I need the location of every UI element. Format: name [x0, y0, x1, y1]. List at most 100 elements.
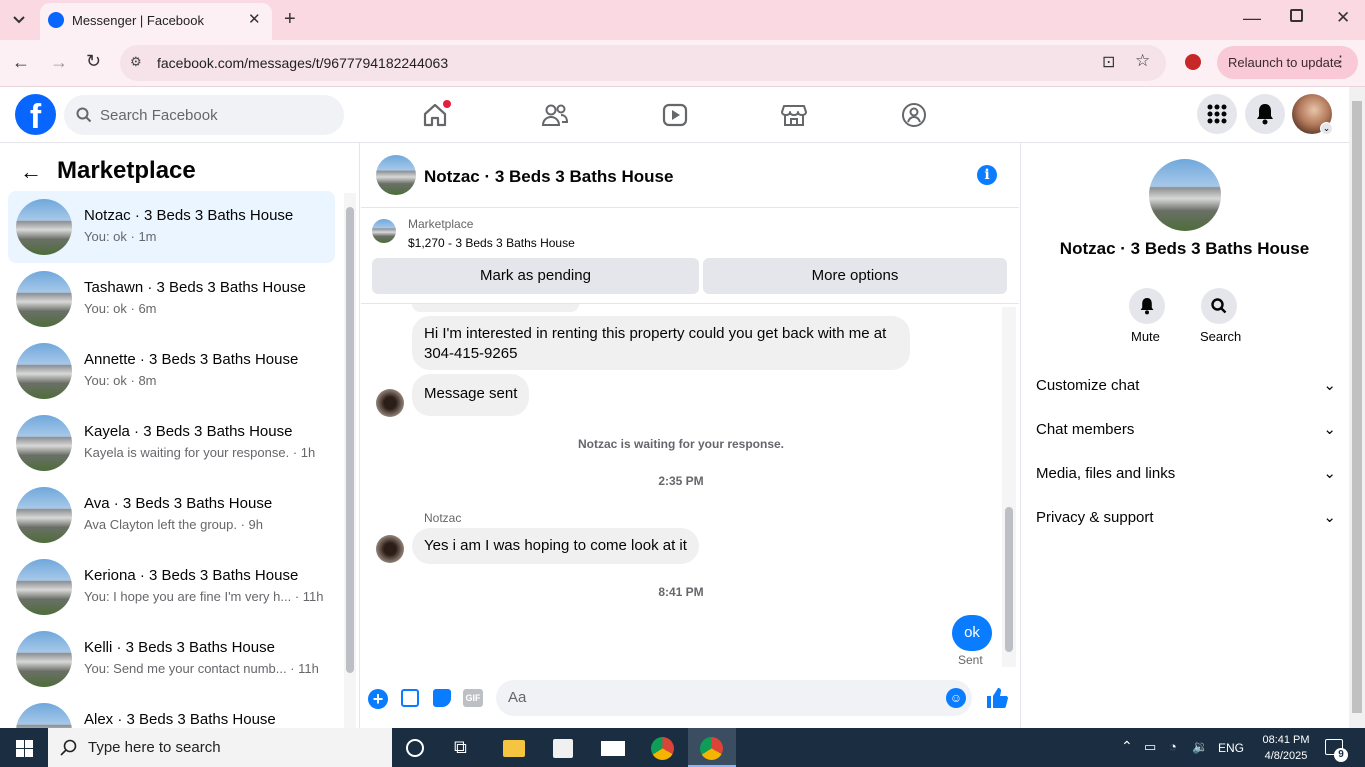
info-icon[interactable]: i: [977, 165, 997, 185]
chat-members-section[interactable]: Chat members ⌄: [1036, 417, 1336, 441]
friends-icon[interactable]: [535, 99, 575, 131]
home-notification-dot: [443, 100, 451, 108]
battery-icon[interactable]: ▭: [1144, 739, 1156, 755]
new-tab-icon[interactable]: +: [284, 8, 296, 31]
sender-name: Notzac: [424, 511, 462, 525]
window-close-icon[interactable]: ✕: [1336, 8, 1350, 28]
file-explorer-icon[interactable]: [503, 740, 525, 757]
more-options-button[interactable]: More options: [703, 258, 1007, 294]
header-divider: [361, 207, 1019, 208]
home-icon[interactable]: [415, 99, 455, 131]
wifi-icon[interactable]: ◔: [1169, 739, 1177, 754]
chrome-icon[interactable]: [651, 737, 674, 760]
page-scrollbar-thumb[interactable]: [1352, 101, 1362, 713]
site-info-icon[interactable]: ⚙: [130, 54, 142, 70]
account-chevron-down-icon[interactable]: ⌄: [1320, 122, 1333, 135]
cortana-icon[interactable]: [406, 739, 424, 757]
search-icon[interactable]: [1201, 288, 1237, 324]
menu-grid-icon[interactable]: [1197, 94, 1237, 134]
conversation-snippet: You: Send me your contact numb... · 11h: [84, 661, 319, 676]
clock-time: 08:41 PM: [1262, 734, 1310, 746]
sticker-icon[interactable]: [433, 689, 451, 707]
mute-label: Mute: [1131, 329, 1160, 344]
list-item[interactable]: Notzac · 3 Beds 3 Baths House You: ok · …: [8, 191, 335, 263]
install-app-icon[interactable]: ⊡: [1102, 52, 1115, 72]
marketplace-icon[interactable]: [774, 99, 814, 131]
like-thumbs-up-icon[interactable]: [985, 686, 1009, 710]
mail-icon[interactable]: [601, 741, 625, 756]
plus-icon[interactable]: +: [368, 689, 388, 709]
store-icon[interactable]: [553, 739, 573, 758]
notifications-bell-icon[interactable]: [1245, 94, 1285, 134]
listing-text[interactable]: $1,270 - 3 Beds 3 Baths House: [408, 236, 575, 250]
message-bubble[interactable]: Message sent: [412, 374, 530, 416]
reload-icon[interactable]: ↻: [86, 51, 101, 72]
message-text: 304-415-9265: [424, 345, 518, 362]
message-bubble[interactable]: Yes i am I was hoping to come look at it: [412, 528, 699, 564]
list-scrollbar[interactable]: [344, 193, 356, 728]
list-item[interactable]: Alex · 3 Beds 3 Baths House: [8, 695, 335, 728]
mute-bell-icon[interactable]: [1129, 288, 1165, 324]
media-files-links-section[interactable]: Media, files and links ⌄: [1036, 461, 1336, 485]
windows-start-icon[interactable]: [16, 740, 33, 757]
taskbar-search-input[interactable]: Type here to search: [48, 728, 392, 767]
tray-chevron-up-icon[interactable]: ⌃: [1121, 738, 1133, 755]
relaunch-button[interactable]: Relaunch to update ⋮: [1217, 46, 1358, 79]
back-arrow-icon[interactable]: ←: [20, 159, 42, 185]
chat-avatar[interactable]: [376, 155, 416, 195]
gif-icon[interactable]: GIF: [463, 689, 483, 707]
conversation-name: Keriona · 3 Beds 3 Baths House: [84, 567, 299, 584]
list-item[interactable]: Keriona · 3 Beds 3 Baths House You: I ho…: [8, 551, 335, 623]
browser-menu-icon[interactable]: ⋮: [1333, 52, 1348, 70]
list-item[interactable]: Kelli · 3 Beds 3 Baths House You: Send m…: [8, 623, 335, 695]
chat-scrollbar-thumb[interactable]: [1005, 507, 1013, 652]
message-input[interactable]: Aa ☺: [496, 680, 972, 716]
task-view-icon[interactable]: ⧉: [454, 737, 467, 758]
photo-icon[interactable]: [401, 689, 419, 707]
conversation-name: Tashawn · 3 Beds 3 Baths House: [84, 279, 306, 296]
back-icon[interactable]: ←: [12, 52, 30, 73]
facebook-search-input[interactable]: Search Facebook: [64, 95, 344, 135]
profile-avatar[interactable]: [1149, 159, 1221, 231]
page-scrollbar[interactable]: [1349, 87, 1365, 728]
list-scrollbar-thumb[interactable]: [346, 207, 354, 673]
groups-icon[interactable]: [894, 99, 934, 131]
emoji-icon[interactable]: ☺: [946, 688, 966, 708]
tab-close-icon[interactable]: ✕: [248, 10, 261, 28]
list-item[interactable]: Kayela · 3 Beds 3 Baths House Kayela is …: [8, 407, 335, 479]
chevron-down-icon: ⌄: [1323, 421, 1336, 438]
avatar: [16, 487, 72, 543]
video-icon[interactable]: [655, 99, 695, 131]
url-box[interactable]: ⚙ facebook.com/messages/t/96777941822440…: [120, 45, 1166, 81]
avatar[interactable]: [376, 389, 404, 417]
my-message-bubble[interactable]: ok: [952, 615, 992, 651]
list-item[interactable]: Annette · 3 Beds 3 Baths House You: ok ·…: [8, 335, 335, 407]
list-item[interactable]: Tashawn · 3 Beds 3 Baths House You: ok ·…: [8, 263, 335, 335]
url-text[interactable]: facebook.com/messages/t/9677794182244063: [157, 55, 448, 71]
clock[interactable]: 08:41 PM 4/8/2025: [1256, 732, 1316, 764]
profile-icon[interactable]: [1185, 54, 1201, 70]
mark-as-pending-button[interactable]: Mark as pending: [372, 258, 699, 294]
chat-scrollbar[interactable]: [1002, 307, 1016, 667]
chrome-active-taskbar-item[interactable]: [688, 728, 736, 767]
bookmark-star-icon[interactable]: ☆: [1135, 51, 1150, 71]
browser-tab[interactable]: Messenger | Facebook ✕: [40, 3, 272, 40]
privacy-support-section[interactable]: Privacy & support ⌄: [1036, 505, 1336, 529]
listing-thumbnail[interactable]: [372, 219, 396, 243]
avatar: [16, 415, 72, 471]
tab-search-chevron-icon[interactable]: [8, 10, 30, 30]
chevron-down-icon: ⌄: [1323, 509, 1336, 526]
message-bubble[interactable]: Hi I'm interested in renting this proper…: [412, 316, 910, 370]
facebook-logo-icon[interactable]: f: [15, 94, 56, 135]
maximize-icon[interactable]: [1290, 9, 1303, 22]
customize-chat-section[interactable]: Customize chat ⌄: [1036, 373, 1336, 397]
chat-title[interactable]: Notzac · 3 Beds 3 Baths House: [424, 167, 673, 187]
language-indicator[interactable]: ENG: [1218, 741, 1244, 755]
volume-icon[interactable]: 🔉: [1192, 739, 1208, 755]
forward-icon[interactable]: →: [50, 52, 68, 73]
avatar[interactable]: [376, 535, 404, 563]
list-item[interactable]: Ava · 3 Beds 3 Baths House Ava Clayton l…: [8, 479, 335, 551]
notification-count-badge: 9: [1334, 748, 1348, 762]
minimize-icon[interactable]: —: [1243, 8, 1261, 29]
conversation-name: Alex · 3 Beds 3 Baths House: [84, 711, 276, 728]
